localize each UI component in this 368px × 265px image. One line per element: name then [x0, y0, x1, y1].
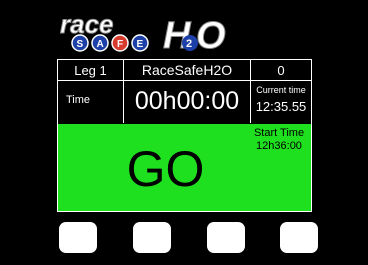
svg-text:S: S — [77, 39, 84, 50]
start-time-label: Start Time — [253, 127, 305, 139]
svg-text:2: 2 — [186, 38, 192, 50]
svg-text:A: A — [97, 39, 104, 50]
timer-row: Time 00h00:00 Current time 12:35.55 — [58, 80, 311, 123]
time-label: Time — [58, 80, 124, 123]
header-row: Leg 1 RaceSafeH2O 0 — [58, 60, 311, 81]
go-status-area: GO Start Time 12h36:00 — [58, 124, 311, 211]
svg-text:race: race — [60, 9, 114, 39]
soft-button-3[interactable] — [207, 222, 245, 253]
leg-label: Leg 1 — [58, 60, 124, 80]
go-status-text: GO — [126, 141, 205, 197]
racesafe-logo: race H 2 O 2 S A F E — [60, 9, 227, 58]
current-time-value: 12:35.55 — [255, 99, 307, 114]
race-status-panel: Leg 1 RaceSafeH2O 0 Time 00h00:00 Curren… — [57, 59, 312, 212]
soft-button-1[interactable] — [59, 222, 97, 253]
start-time-block: Start Time 12h36:00 — [246, 127, 312, 153]
svg-text:F: F — [117, 39, 123, 50]
current-time-block: Current time 12:35.55 — [251, 80, 311, 123]
soft-button-4[interactable] — [280, 222, 318, 253]
app-title: RaceSafeH2O — [124, 60, 251, 80]
svg-text:E: E — [137, 39, 144, 50]
soft-button-2[interactable] — [133, 222, 171, 253]
svg-text:O: O — [196, 15, 226, 57]
start-time-value: 12h36:00 — [256, 140, 302, 152]
counter-value: 0 — [277, 62, 285, 78]
elapsed-time: 00h00:00 — [124, 80, 251, 123]
current-time-label: Current time — [256, 85, 306, 95]
